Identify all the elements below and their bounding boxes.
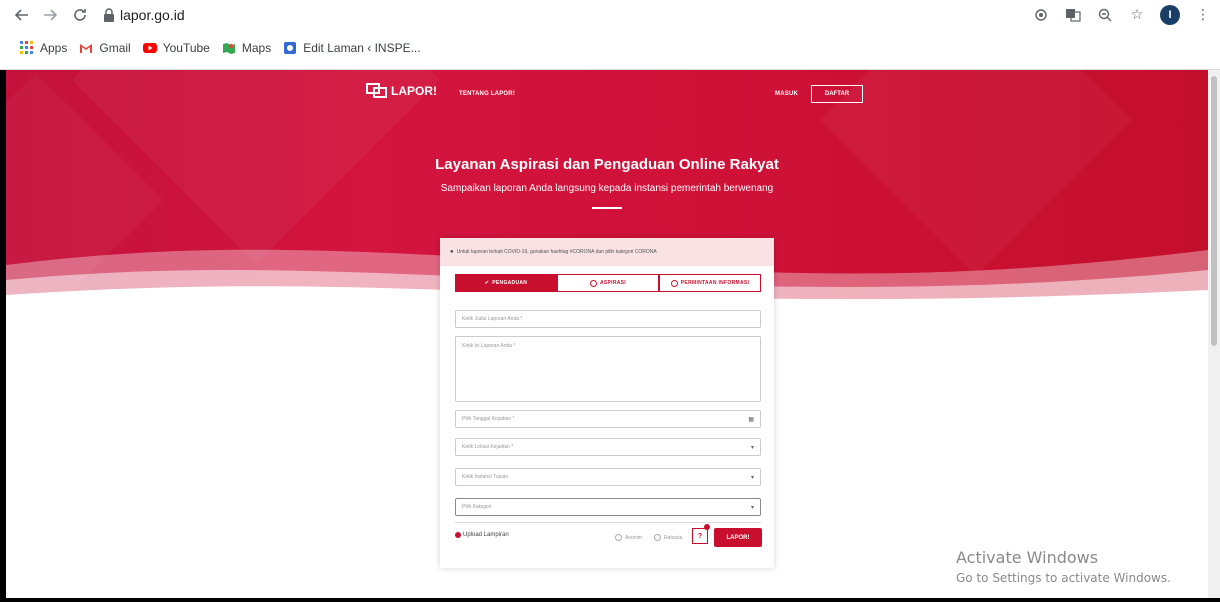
chevron-down-icon: ▾ bbox=[750, 504, 754, 511]
radio-icon bbox=[654, 534, 661, 541]
tab-permintaan-informasi[interactable]: PERMINTAAN INFORMASI bbox=[659, 274, 761, 292]
login-link[interactable]: MASUK bbox=[775, 91, 798, 97]
bookmark-apps[interactable]: Apps bbox=[20, 41, 67, 55]
browser-toolbar: lapor.go.id ☆ I ⋮ Apps Gmail YouTube Map… bbox=[0, 0, 1220, 70]
report-type-tabs: ✔ PENGADUAN ASPIRASI PERMINTAAN INFORMAS… bbox=[455, 274, 761, 292]
bookmark-maps[interactable]: Maps bbox=[222, 41, 271, 55]
scrollbar-thumb[interactable] bbox=[1211, 76, 1217, 346]
site-icon bbox=[284, 42, 297, 54]
back-arrow-icon[interactable] bbox=[12, 5, 32, 25]
bookmark-label: YouTube bbox=[162, 41, 210, 55]
field-placeholder: Ketik Judul Laporan Anda * bbox=[462, 316, 523, 322]
option-label: Anonim bbox=[625, 534, 642, 541]
gmail-icon bbox=[80, 44, 93, 53]
web-page: LAPOR! TENTANG LAPOR! MASUK DAFTAR Layan… bbox=[6, 70, 1208, 602]
hero-title: Layanan Aspirasi dan Pengaduan Online Ra… bbox=[435, 156, 779, 173]
maps-icon bbox=[222, 43, 235, 54]
windows-activation-watermark: Activate Windows Go to Settings to activ… bbox=[956, 548, 1171, 585]
tab-label: PERMINTAAN INFORMASI bbox=[680, 280, 750, 286]
target-agency-select[interactable]: Ketik Instansi Tujuan ▾ bbox=[455, 468, 761, 486]
covid-notice: ● Untuk laporan terkait COVID-19, gunaka… bbox=[440, 238, 774, 266]
radio-icon bbox=[589, 279, 597, 287]
lapor-logo[interactable]: LAPOR! bbox=[366, 83, 437, 99]
submit-report-button[interactable]: LAPOR! bbox=[714, 528, 762, 547]
bookmark-edit-laman[interactable]: Edit Laman ‹ INSPE... bbox=[283, 41, 421, 55]
youtube-icon bbox=[142, 43, 157, 53]
zoom-icon[interactable] bbox=[1096, 6, 1114, 24]
tab-label: PENGADUAN bbox=[492, 280, 528, 286]
form-divider bbox=[455, 522, 761, 523]
tab-pengaduan[interactable]: ✔ PENGADUAN bbox=[455, 274, 557, 292]
incident-location-select[interactable]: Ketik Lokasi Kejadian * ▾ bbox=[455, 438, 761, 456]
tab-label: ASPIRASI bbox=[599, 280, 626, 286]
notification-badge bbox=[704, 524, 710, 530]
field-placeholder: Pilih Kategori bbox=[462, 504, 492, 510]
bookmark-label: Apps bbox=[40, 41, 68, 55]
bookmark-label: Maps bbox=[241, 41, 272, 55]
upload-label: Upload Lampiran bbox=[463, 532, 509, 538]
report-title-input[interactable]: Ketik Judul Laporan Anda * bbox=[455, 310, 761, 328]
nav-about-link[interactable]: TENTANG LAPOR! bbox=[459, 91, 515, 97]
reload-icon[interactable] bbox=[70, 5, 90, 25]
field-placeholder: Ketik Instansi Tujuan bbox=[462, 474, 509, 480]
anonymous-radio[interactable]: Anonim bbox=[615, 534, 642, 541]
notice-text: Untuk laporan terkait COVID-19, gunakan … bbox=[456, 249, 657, 255]
browser-actions: ☆ I ⋮ bbox=[1032, 4, 1212, 26]
activate-title: Activate Windows bbox=[956, 548, 1099, 567]
avatar[interactable]: I bbox=[1160, 5, 1180, 25]
upload-attachment-button[interactable]: Upload Lampiran bbox=[455, 532, 509, 538]
upload-icon bbox=[455, 532, 461, 538]
logo-text: LAPOR! bbox=[391, 84, 437, 98]
more-menu-icon[interactable]: ⋮ bbox=[1194, 6, 1212, 24]
option-label: Rahasia bbox=[664, 534, 683, 541]
radio-icon bbox=[615, 534, 622, 541]
report-form-card: ● Untuk laporan terkait COVID-19, gunaka… bbox=[440, 238, 774, 568]
lock-icon bbox=[104, 8, 114, 22]
hero-subtitle: Sampaikan laporan Anda langsung kepada i… bbox=[440, 183, 774, 194]
chevron-down-icon: ▾ bbox=[750, 444, 754, 451]
window-border bbox=[0, 70, 6, 602]
forward-arrow-icon[interactable] bbox=[40, 5, 60, 25]
category-select[interactable]: Pilih Kategori ▾ bbox=[455, 498, 761, 516]
address-bar-url[interactable]: lapor.go.id bbox=[120, 5, 185, 25]
bookmark-gmail[interactable]: Gmail bbox=[79, 41, 131, 55]
secret-radio[interactable]: Rahasia bbox=[654, 534, 682, 541]
location-icon[interactable] bbox=[1032, 6, 1050, 24]
field-placeholder: Pilih Tanggal Kejadian * bbox=[462, 416, 515, 422]
hero-divider bbox=[592, 207, 622, 209]
window-border bbox=[0, 598, 1220, 602]
incident-date-input[interactable]: Pilih Tanggal Kejadian * ▦ bbox=[455, 410, 761, 428]
radio-icon bbox=[670, 279, 678, 287]
browser-window: lapor.go.id ☆ I ⋮ Apps Gmail YouTube Map… bbox=[0, 0, 1220, 602]
chevron-down-icon: ▾ bbox=[750, 474, 754, 481]
activate-subtitle: Go to Settings to activate Windows. bbox=[956, 571, 1171, 585]
calendar-icon[interactable]: ▦ bbox=[748, 416, 754, 423]
report-body-textarea[interactable]: Ketik Isi Laporan Anda * bbox=[455, 336, 761, 402]
bookmark-label: Gmail bbox=[99, 41, 131, 55]
translate-icon[interactable] bbox=[1064, 6, 1082, 24]
info-icon: ● bbox=[450, 249, 454, 255]
bookmark-youtube[interactable]: YouTube bbox=[142, 41, 210, 55]
field-placeholder: Ketik Lokasi Kejadian * bbox=[462, 444, 514, 450]
field-placeholder: Ketik Isi Laporan Anda * bbox=[462, 343, 516, 349]
bookmark-label: Edit Laman ‹ INSPE... bbox=[303, 41, 421, 55]
bookmarks-bar: Apps Gmail YouTube Maps Edit Laman ‹ INS… bbox=[0, 36, 1220, 60]
check-icon: ✔ bbox=[484, 280, 490, 286]
star-icon[interactable]: ☆ bbox=[1128, 6, 1146, 24]
chat-bubbles-icon bbox=[366, 83, 387, 98]
apps-grid-icon bbox=[20, 41, 33, 54]
help-button[interactable]: ? bbox=[692, 528, 708, 544]
register-button[interactable]: DAFTAR bbox=[811, 85, 863, 103]
tab-aspirasi[interactable]: ASPIRASI bbox=[557, 274, 659, 292]
